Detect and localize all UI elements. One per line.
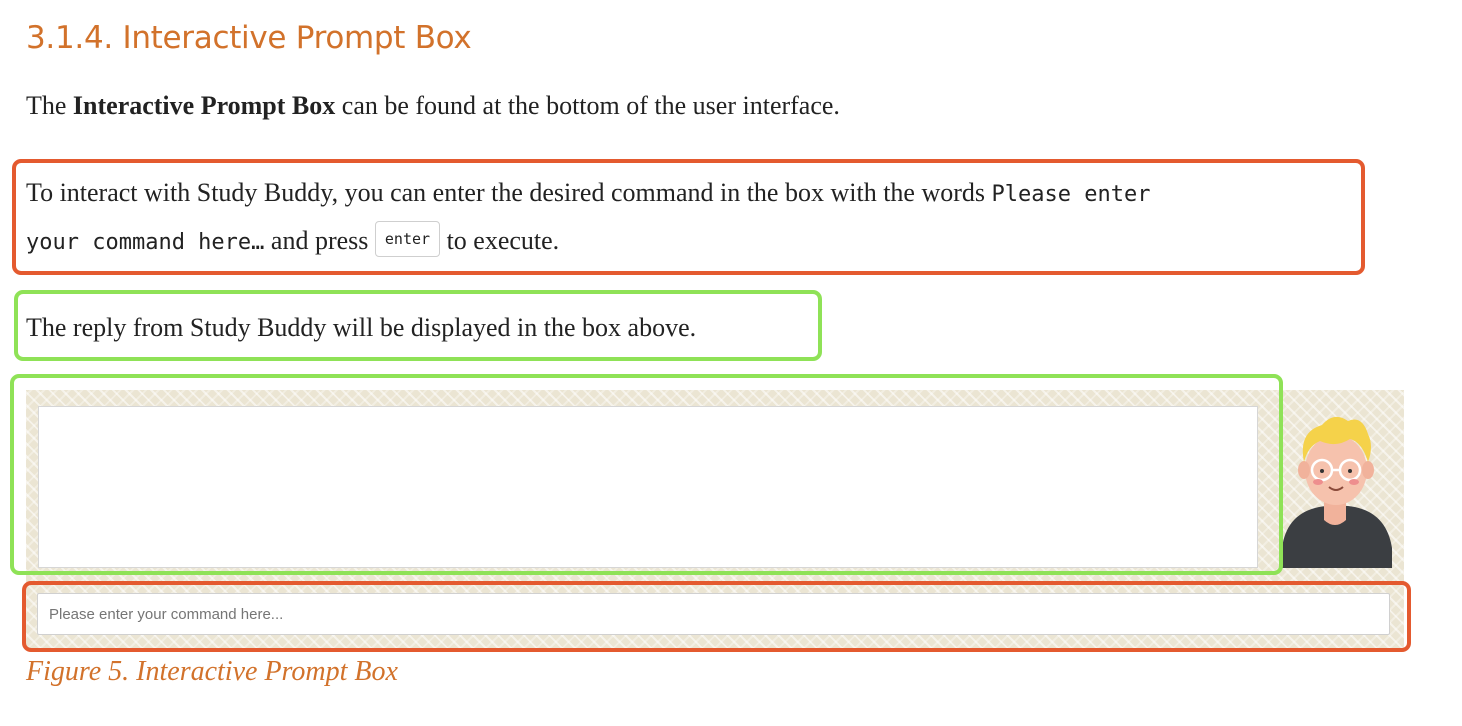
instruction-line-1: To interact with Study Buddy, you can en…	[26, 169, 1150, 219]
instruction-line-2: your command here… and press enter to ex…	[26, 217, 559, 267]
input-highlight	[22, 581, 1411, 652]
instruction-text-2: and press	[264, 226, 375, 255]
intro-paragraph: The Interactive Prompt Box can be found …	[26, 82, 840, 130]
reply-note: The reply from Study Buddy will be displ…	[26, 313, 697, 342]
section-title: 3.1.4. Interactive Prompt Box	[26, 20, 472, 56]
instruction-code-2: your command here…	[26, 230, 265, 255]
figure-caption: Figure 5. Interactive Prompt Box	[26, 656, 398, 687]
instruction-text-3: to execute.	[440, 226, 560, 255]
intro-suffix: can be found at the bottom of the user i…	[335, 91, 840, 120]
intro-prefix: The	[26, 91, 73, 120]
instruction-text-1: To interact with Study Buddy, you can en…	[26, 178, 992, 207]
reply-box-highlight	[10, 374, 1283, 575]
enter-key: enter	[374, 221, 441, 258]
intro-bold-term: Interactive Prompt Box	[72, 91, 336, 120]
cartoon-boy-avatar-icon	[1282, 416, 1392, 568]
avatar	[1282, 408, 1392, 568]
instruction-code-1: Please enter	[991, 182, 1151, 207]
